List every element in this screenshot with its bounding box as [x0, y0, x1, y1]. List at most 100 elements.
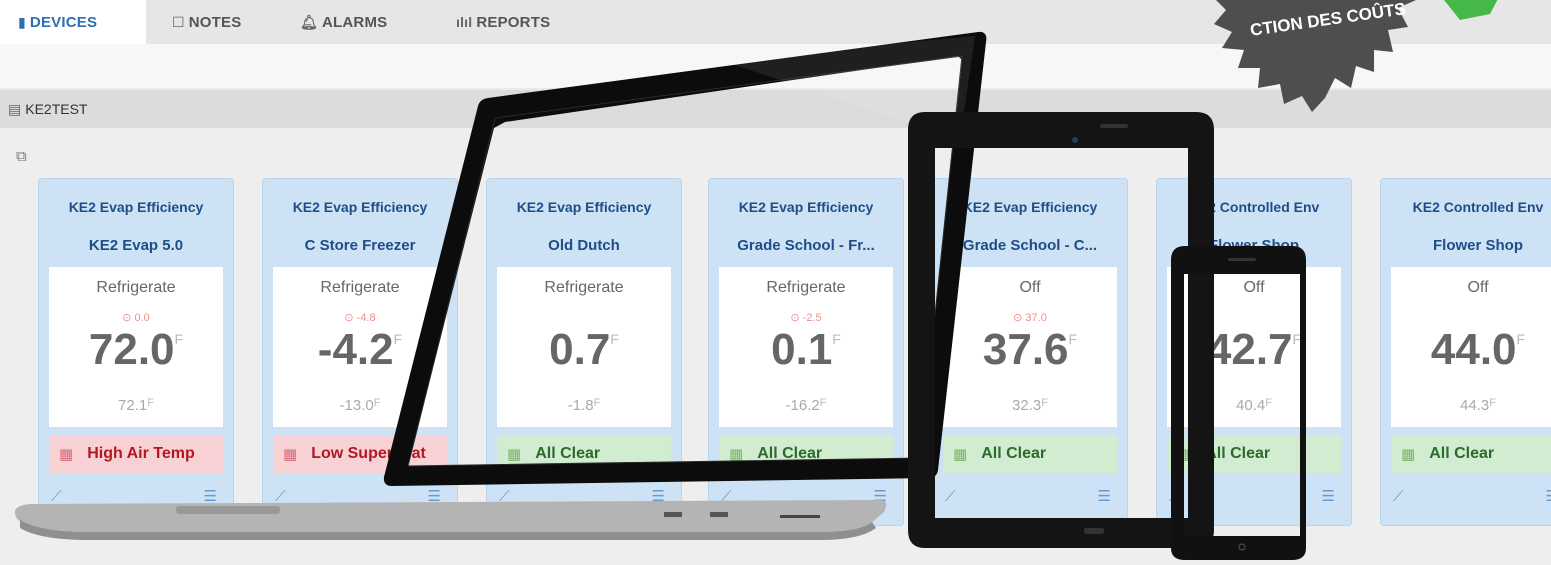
device-name[interactable]: Grade School - Fr... [709, 237, 903, 254]
status-badge[interactable]: ▦ High Air Temp [49, 435, 223, 473]
trend-chart-icon[interactable]: ⟋ [1169, 488, 1180, 505]
temperature-reading: 0.7F [549, 325, 619, 374]
device-type: KE2 Evap Efficiency [516, 199, 652, 215]
reading-panel: Refrigerate ⊙ -2.5 0.1F -16.2F [719, 267, 893, 427]
status-badge[interactable]: ▦ All Clear [1167, 435, 1341, 473]
temperature-reading: 72.0F [88, 325, 184, 374]
setpoint-value: ⊙ -2.5 [790, 312, 822, 324]
calendar-icon: ▦ [1177, 446, 1192, 463]
status-label: High Air Temp [87, 445, 195, 462]
device-type: KE2 Controlled Env [1412, 199, 1544, 215]
device-card[interactable]: KE2 Evap Efficiency Old Dutch Refrigerat… [486, 178, 682, 526]
secondary-reading: -16.2F [785, 397, 827, 414]
trend-chart-icon[interactable]: ⟋ [275, 488, 286, 505]
device-name[interactable]: C Store Freezer [263, 237, 457, 254]
calendar-icon: ▦ [59, 446, 74, 463]
tab-devices[interactable]: ▮ DEVICES [0, 0, 146, 44]
secondary-reading: 32.3F [1012, 397, 1048, 414]
device-name[interactable]: Flower Shop [1157, 237, 1351, 254]
device-card[interactable]: KE2 Controlled Env Flower Shop Off 42.7F… [1156, 178, 1352, 526]
tab-reports[interactable]: ılıl REPORTS [456, 0, 550, 44]
device-type: KE2 Evap Efficiency [962, 199, 1098, 215]
device-card[interactable]: KE2 Evap Efficiency KE2 Evap 5.0 Refrige… [38, 178, 234, 526]
page: ▮ DEVICES ☐ NOTES 🔔︎ ALARMS ılıl REPORTS… [0, 0, 1551, 565]
list-icon[interactable]: ☰ [1546, 487, 1551, 505]
reading-panel: Off 44.0F 44.3F [1391, 267, 1551, 427]
list-icon[interactable]: ☰ [428, 487, 441, 505]
device-mode: Off [1243, 279, 1265, 296]
status-label: All Clear [757, 445, 823, 462]
temperature-reading: 0.1F [771, 325, 841, 374]
group-toggle-icon[interactable]: ⧉ [16, 148, 27, 165]
calendar-icon: ▦ [283, 446, 298, 463]
reading-panel: Refrigerate 0.7F -1.8F [497, 267, 671, 427]
building-icon: ▤ [8, 100, 22, 117]
temperature-reading: 44.0F [1430, 325, 1526, 374]
status-label: All Clear [1429, 445, 1495, 462]
status-label: All Clear [1205, 445, 1271, 462]
secondary-reading: -13.0F [339, 397, 381, 414]
reading-panel: Refrigerate ⊙ 0.0 72.0F 72.1F [49, 267, 223, 427]
bar-chart-icon: ılıl [456, 14, 473, 30]
device-name[interactable]: KE2 Evap 5.0 [39, 237, 233, 254]
trend-chart-icon[interactable]: ⟋ [945, 488, 956, 505]
trend-chart-icon[interactable]: ⟋ [499, 488, 510, 505]
device-type: KE2 Evap Efficiency [68, 199, 204, 215]
setpoint-value: ⊙ 0.0 [122, 312, 150, 324]
temperature-reading: -4.2F [317, 325, 403, 374]
reading-panel: Refrigerate ⊙ -4.8 -4.2F -13.0F [273, 267, 447, 427]
trend-chart-icon[interactable]: ⟋ [51, 488, 62, 505]
status-badge[interactable]: ▦ All Clear [497, 435, 671, 473]
device-card[interactable]: KE2 Evap Efficiency Grade School - Fr...… [708, 178, 904, 526]
device-mode: Refrigerate [766, 279, 846, 296]
calendar-icon: ▦ [729, 446, 744, 463]
setpoint-value: ⊙ 37.0 [1013, 312, 1047, 324]
device-type: KE2 Controlled Env [1188, 199, 1320, 215]
tab-alarms-label: ALARMS [321, 13, 388, 31]
calendar-icon: ▦ [953, 446, 968, 463]
tab-notes[interactable]: ☐ NOTES [172, 0, 241, 44]
status-badge[interactable]: ▦ All Clear [1391, 435, 1551, 473]
tab-reports-label: REPORTS [476, 13, 551, 31]
list-icon[interactable]: ☰ [1322, 487, 1335, 505]
temperature-reading: 37.6F [982, 325, 1078, 374]
trend-chart-icon[interactable]: ⟋ [721, 488, 732, 505]
device-card[interactable]: KE2 Evap Efficiency C Store Freezer Refr… [262, 178, 458, 526]
spacer-strip [0, 44, 1551, 88]
status-label: All Clear [535, 445, 601, 462]
device-card[interactable]: KE2 Controlled Env Flower Shop Off 44.0F… [1380, 178, 1551, 526]
list-icon[interactable]: ☰ [874, 487, 887, 505]
temperature-reading: 42.7F [1206, 325, 1302, 374]
status-label: All Clear [981, 445, 1047, 462]
tab-notes-label: NOTES [188, 13, 242, 31]
site-header[interactable]: ▤ KE2TEST [0, 90, 1551, 128]
setpoint-value: ⊙ -4.8 [344, 312, 376, 324]
calendar-icon: ▦ [507, 446, 522, 463]
bell-icon: 🔔︎ [300, 13, 318, 30]
device-mode: Refrigerate [320, 279, 400, 296]
trend-chart-icon[interactable]: ⟋ [1393, 488, 1404, 505]
status-label: Low Superheat [311, 445, 426, 462]
status-badge[interactable]: ▦ All Clear [943, 435, 1117, 473]
site-name: KE2TEST [25, 101, 88, 117]
reading-panel: Off 42.7F 40.4F [1167, 267, 1341, 427]
device-mode: Off [1467, 279, 1489, 296]
device-name[interactable]: Grade School - C... [933, 237, 1127, 254]
device-type: KE2 Evap Efficiency [738, 199, 874, 215]
secondary-reading: -1.8F [567, 397, 601, 414]
device-mode: Refrigerate [544, 279, 624, 296]
tablet-icon: ▮ [18, 13, 26, 30]
status-badge[interactable]: ▦ All Clear [719, 435, 893, 473]
list-icon[interactable]: ☰ [1098, 487, 1111, 505]
device-mode: Off [1019, 279, 1041, 296]
calendar-icon: ▦ [1401, 446, 1416, 463]
tab-alarms[interactable]: 🔔︎ ALARMS [300, 0, 387, 44]
device-name[interactable]: Flower Shop [1381, 237, 1551, 254]
list-icon[interactable]: ☰ [652, 487, 665, 505]
secondary-reading: 40.4F [1236, 397, 1272, 414]
status-badge[interactable]: ▦ Low Superheat [273, 435, 447, 473]
device-card[interactable]: KE2 Evap Efficiency Grade School - C... … [932, 178, 1128, 526]
device-name[interactable]: Old Dutch [487, 237, 681, 254]
list-icon[interactable]: ☰ [204, 487, 217, 505]
reading-panel: Off ⊙ 37.0 37.6F 32.3F [943, 267, 1117, 427]
